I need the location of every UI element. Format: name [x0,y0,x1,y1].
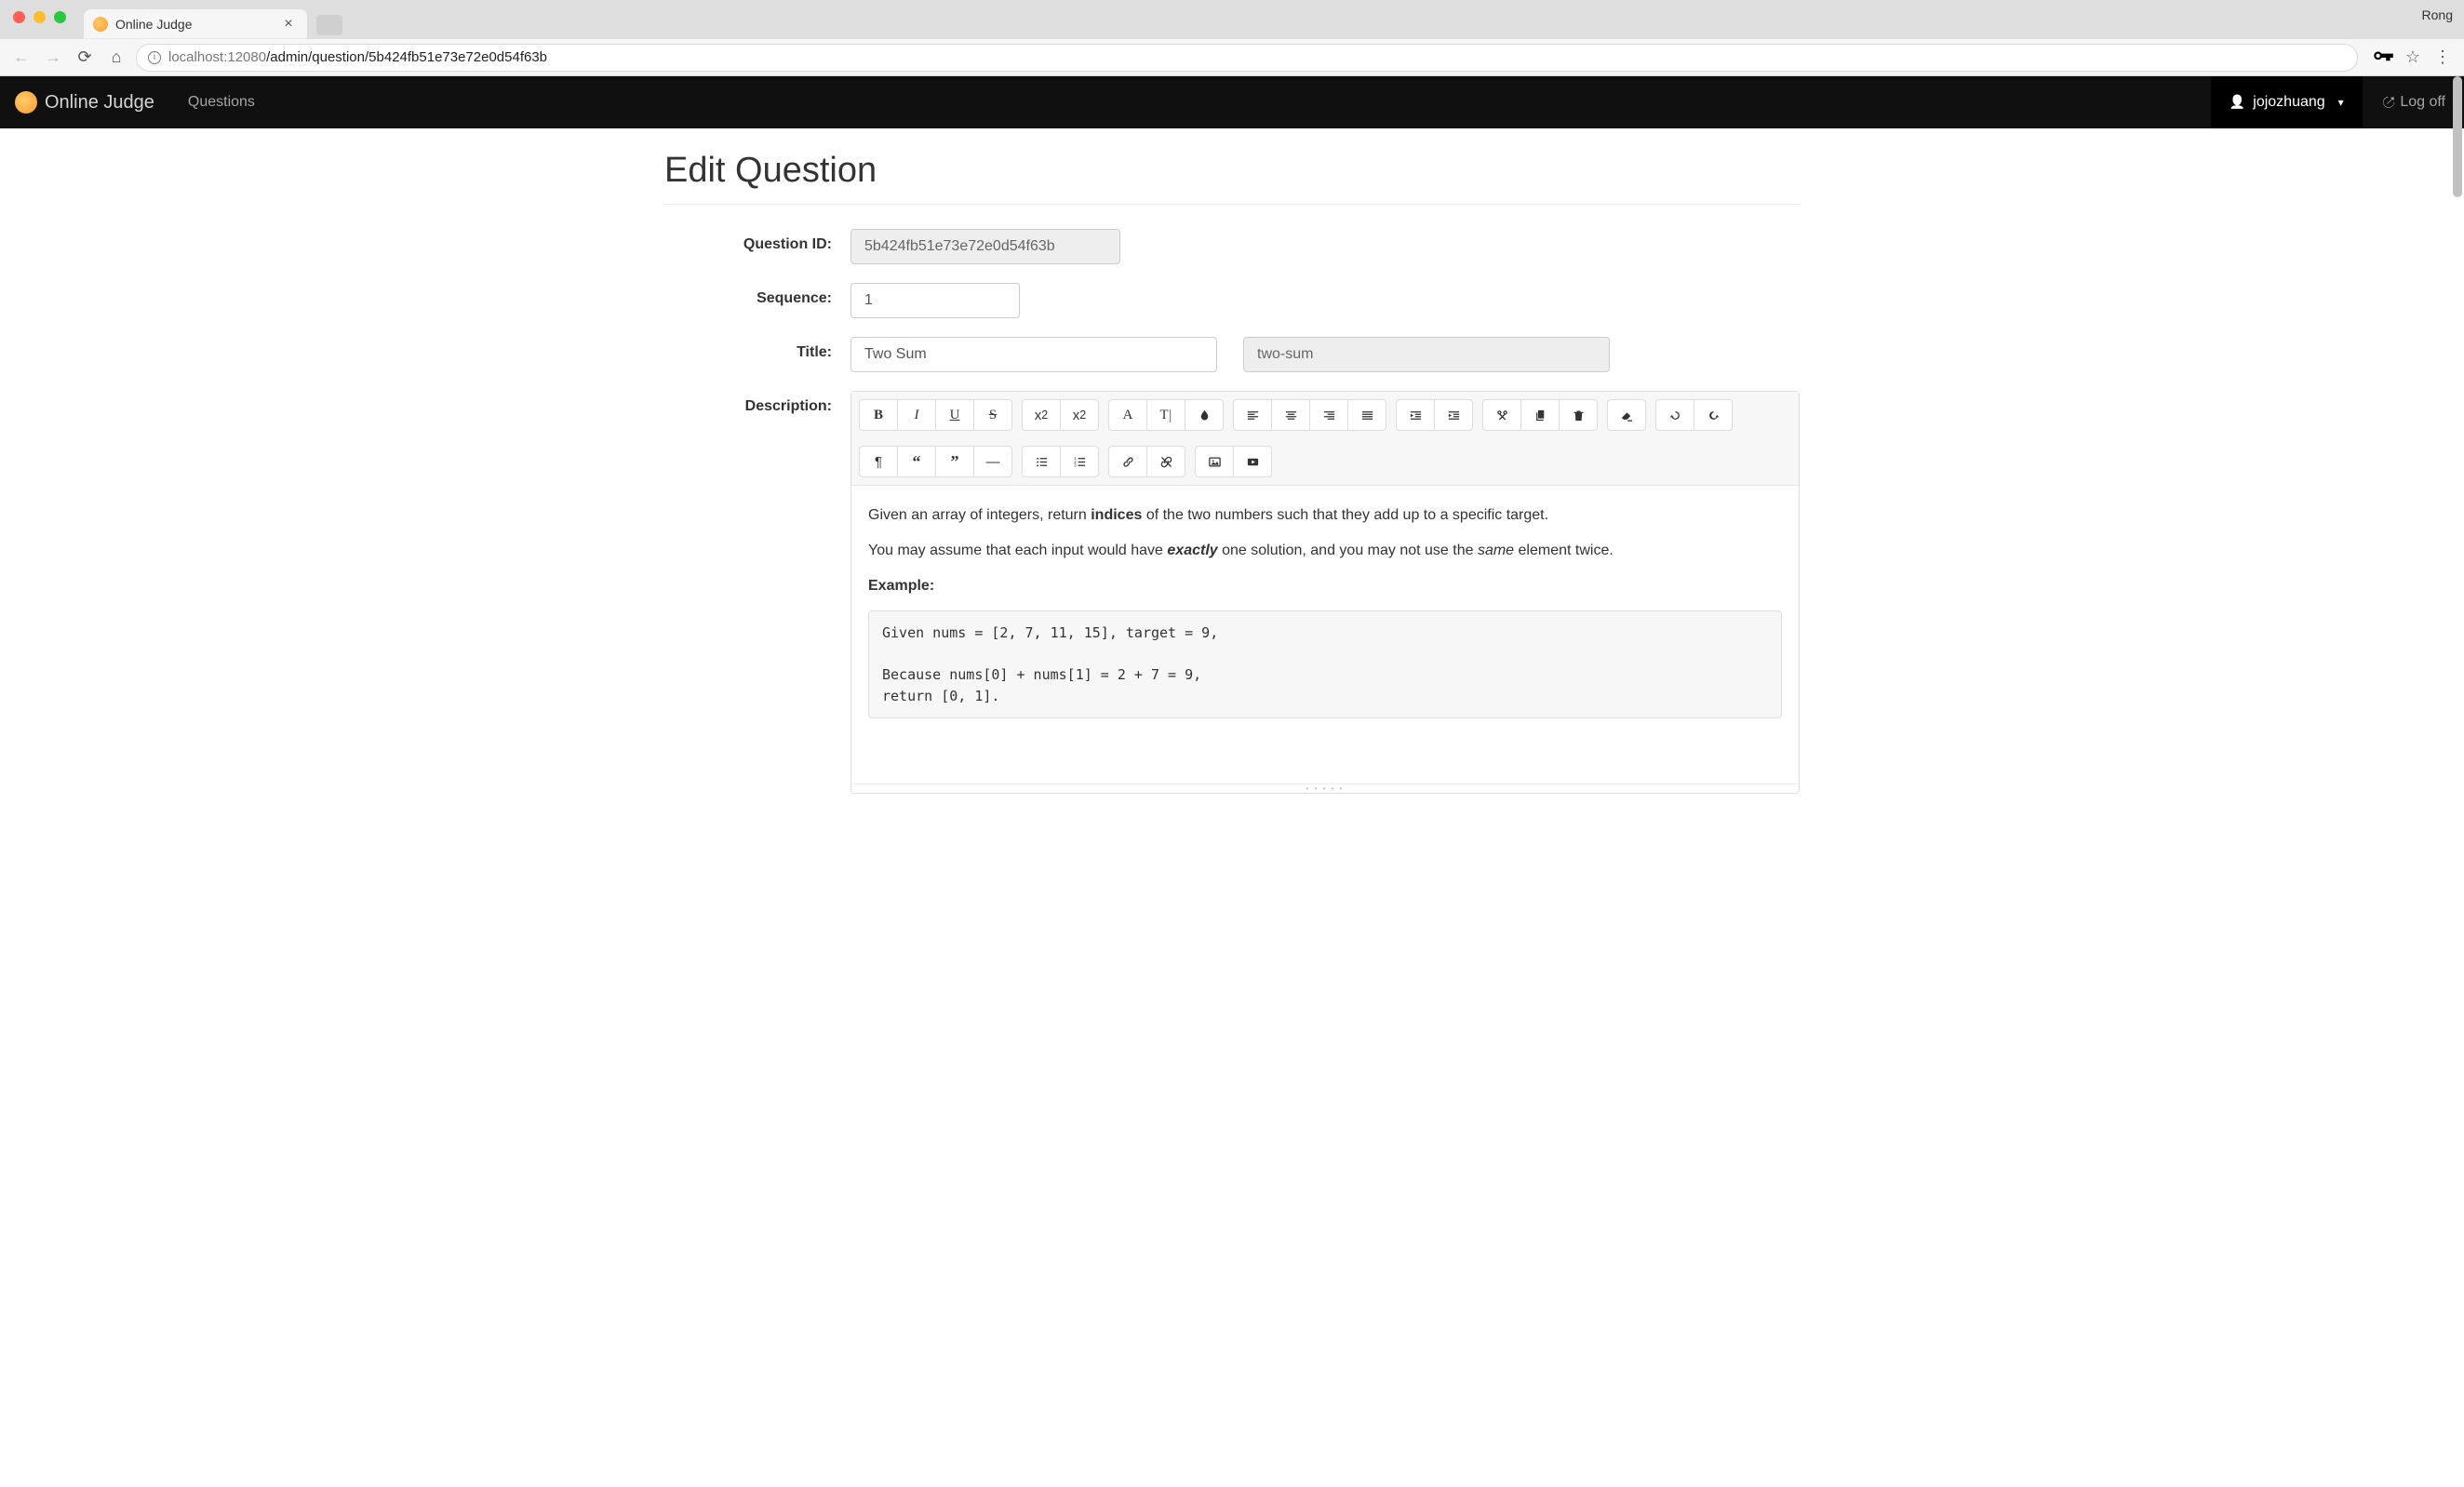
site-info-icon[interactable]: i [148,51,161,64]
nav-link-questions[interactable]: Questions [171,76,272,128]
cut-button[interactable] [1482,399,1521,431]
page-title: Edit Question [664,151,1800,205]
back-button[interactable]: ← [9,46,33,70]
highlight-color-button[interactable] [1185,399,1224,431]
bold-button[interactable]: B [859,399,898,431]
title-input[interactable] [850,337,1217,372]
eraser-button[interactable] [1607,399,1646,431]
username: jojozhuang [2253,94,2324,111]
description-paragraph-1: Given an array of integers, return indic… [868,504,1782,527]
blockquote-close-button[interactable]: ” [935,446,974,477]
reload-button[interactable]: ⟳ [73,46,97,70]
description-paragraph-2: You may assume that each input would hav… [868,540,1782,562]
scrollbar[interactable] [2453,76,2462,197]
new-tab-button[interactable] [316,15,342,35]
tab-close-icon[interactable]: × [281,16,296,33]
ordered-list-button[interactable]: 123 [1060,446,1099,477]
window-close-button[interactable] [13,11,25,23]
label-question-id: Question ID: [664,229,850,253]
copy-button[interactable] [1520,399,1560,431]
brand-text: Online Judge [45,92,154,114]
align-left-button[interactable] [1233,399,1272,431]
horizontal-rule-button[interactable]: — [973,446,1012,477]
browser-titlebar: Rong Online Judge × [0,0,2464,39]
sequence-input[interactable] [850,283,1020,318]
label-title: Title: [664,337,850,361]
browser-tab[interactable]: Online Judge × [84,9,307,39]
font-color-button[interactable]: T| [1146,399,1185,431]
undo-button[interactable] [1655,399,1694,431]
redo-button[interactable] [1694,399,1733,431]
svg-text:3: 3 [1074,462,1077,467]
label-description: Description: [664,391,850,415]
address-bar[interactable]: i localhost:12080/admin/question/5b424fb… [136,44,2358,72]
label-sequence: Sequence: [664,283,850,307]
blockquote-open-button[interactable]: “ [897,446,936,477]
align-justify-button[interactable] [1347,399,1386,431]
align-center-button[interactable] [1271,399,1310,431]
tab-favicon [93,17,108,32]
video-button[interactable] [1233,446,1272,477]
user-dropdown[interactable]: jojozhuang [2211,76,2363,128]
outdent-button[interactable] [1396,399,1435,431]
paragraph-style-button[interactable]: ¶ [859,446,898,477]
logout-icon [2381,94,2393,111]
profile-name[interactable]: Rong [2422,7,2453,22]
forward-button[interactable]: → [41,46,65,70]
rich-text-editor: B I U S x2 x2 A [850,391,1800,794]
brand[interactable]: Online Judge [15,76,171,128]
window-maximize-button[interactable] [54,11,66,23]
brand-icon [15,91,37,114]
password-key-icon[interactable] [2371,46,2395,70]
unlink-button[interactable] [1146,446,1185,477]
window-controls [13,11,66,23]
align-right-button[interactable] [1309,399,1348,431]
editor-content[interactable]: Given an array of integers, return indic… [851,486,1799,784]
tab-title: Online Judge [115,17,274,32]
superscript-button[interactable]: x2 [1022,399,1061,431]
browser-menu-icon[interactable]: ⋮ [2431,46,2455,70]
italic-button[interactable]: I [897,399,936,431]
delete-button[interactable] [1559,399,1598,431]
font-size-button[interactable]: A [1108,399,1147,431]
example-label: Example: [868,575,1782,597]
example-code-block: Given nums = [2, 7, 11, 15], target = 9,… [868,610,1782,718]
window-minimize-button[interactable] [33,11,46,23]
question-id-input [850,229,1120,264]
caret-down-icon [2333,94,2344,111]
underline-button[interactable]: U [935,399,974,431]
unordered-list-button[interactable] [1022,446,1061,477]
logoff-label: Log off [2400,94,2445,111]
bookmark-star-icon[interactable]: ☆ [2401,46,2425,70]
indent-button[interactable] [1434,399,1473,431]
logoff-link[interactable]: Log off [2363,76,2464,128]
url-text: localhost:12080/admin/question/5b424fb51… [168,49,547,65]
slug-input [1243,337,1610,372]
editor-resize-handle[interactable]: • • • • • [851,784,1799,793]
subscript-button[interactable]: x2 [1060,399,1099,431]
editor-toolbar: B I U S x2 x2 A [851,392,1799,486]
page-viewport[interactable]: Online Judge Questions jojozhuang Log of… [0,76,2464,1487]
strikethrough-button[interactable]: S [973,399,1012,431]
image-button[interactable] [1195,446,1234,477]
browser-toolbar: ← → ⟳ ⌂ i localhost:12080/admin/question… [0,39,2464,76]
app-navbar: Online Judge Questions jojozhuang Log of… [0,76,2464,128]
home-button[interactable]: ⌂ [104,46,128,70]
link-button[interactable] [1108,446,1147,477]
user-icon [2230,94,2245,111]
